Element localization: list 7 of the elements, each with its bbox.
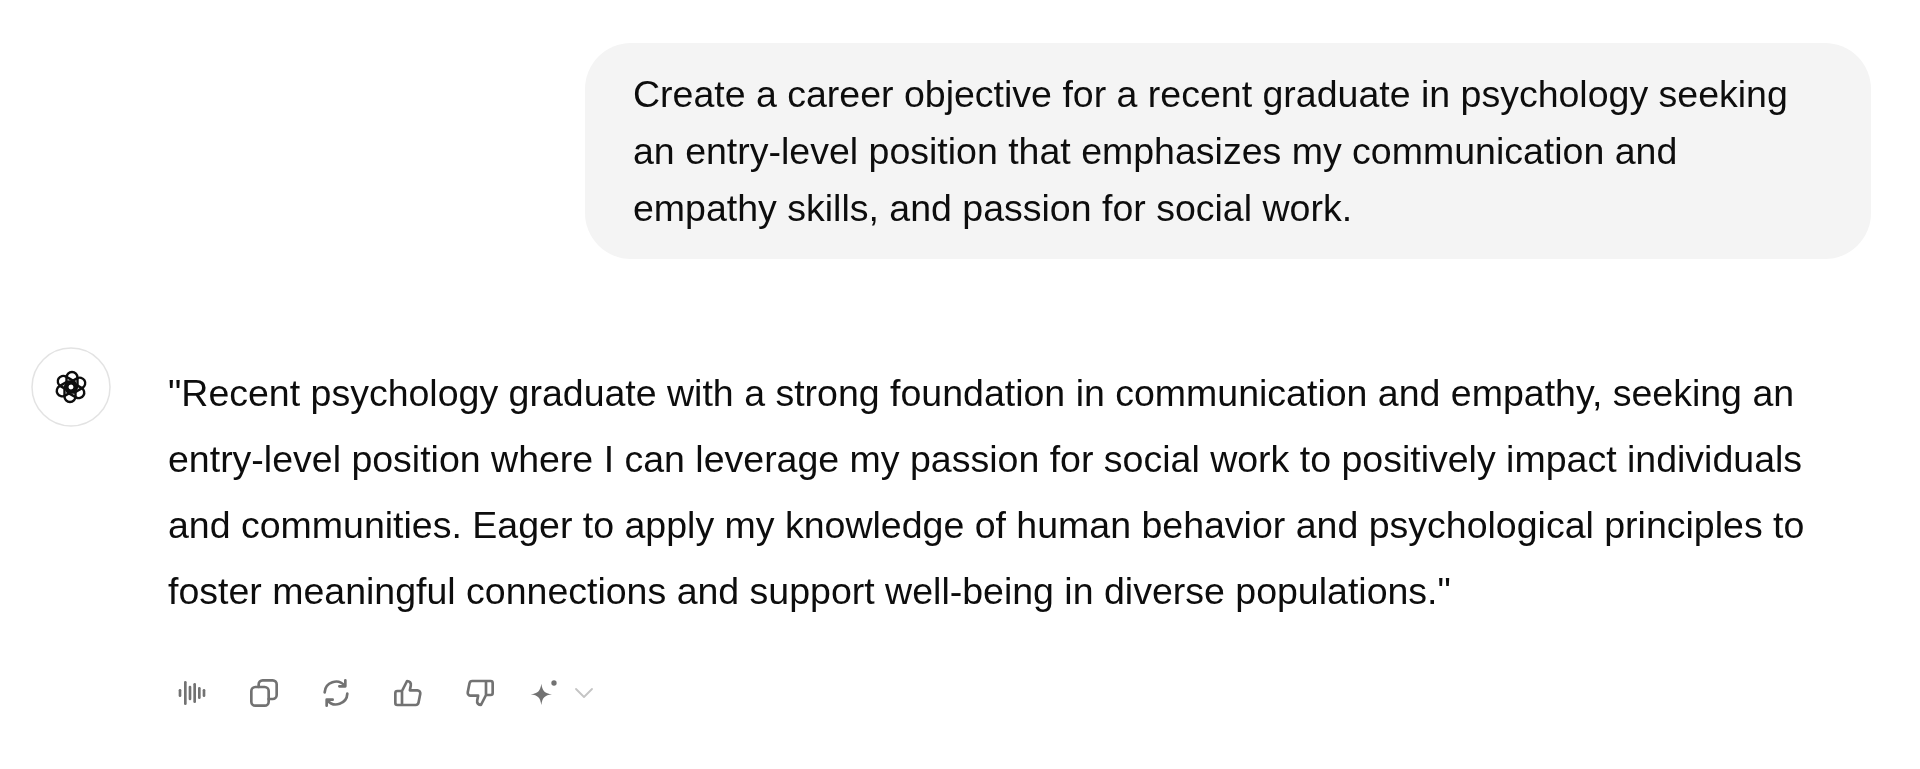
thumbs-down-icon[interactable] xyxy=(464,677,496,709)
message-text: Create a career objective for a recent graduate in psychology seeking an entry-level position that emphasizes my communication and empathy skills, and passion for social work. xyxy=(633,72,1789,231)
response-text: "Recent psychology graduate with a strong foundation in communication and empathy, seeking an entry-level position where I can leverage my passion for social work to positively impact individuals and communities. Eager to apply my knowledge of human behavior and psychological principles to foster meaningful connections and support well-being in diverse populations." xyxy=(168,371,1806,614)
copy-icon[interactable] xyxy=(248,677,280,709)
thumbs-up-icon[interactable] xyxy=(392,677,424,709)
avatar-icon xyxy=(31,347,111,427)
refresh-icon[interactable] xyxy=(320,677,352,709)
